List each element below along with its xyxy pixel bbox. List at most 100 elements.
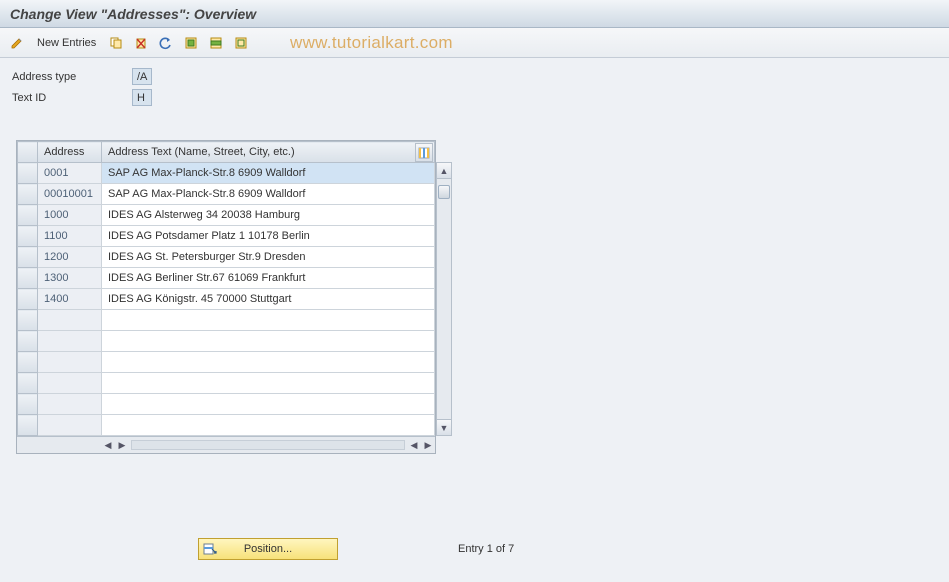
column-header-address[interactable]: Address bbox=[38, 142, 102, 163]
horizontal-scrollbar: ◀ ▶ ◀ ▶ bbox=[17, 436, 435, 453]
row-selector[interactable] bbox=[18, 163, 38, 184]
text-id-row: Text ID H bbox=[12, 89, 937, 106]
row-selector[interactable] bbox=[18, 331, 38, 352]
address-text-cell[interactable] bbox=[102, 352, 435, 373]
table-row: 1100IDES AG Potsdamer Platz 1 10178 Berl… bbox=[18, 226, 435, 247]
undo-icon bbox=[159, 36, 173, 50]
row-selector[interactable] bbox=[18, 184, 38, 205]
hscroll-col-left-icon[interactable]: ◀ bbox=[101, 438, 115, 452]
address-text-cell[interactable]: SAP AG Max-Planck-Str.8 6909 Walldorf bbox=[102, 184, 435, 205]
table-row bbox=[18, 415, 435, 436]
row-selector[interactable] bbox=[18, 352, 38, 373]
row-selector[interactable] bbox=[18, 247, 38, 268]
hscroll-right-icon[interactable]: ▶ bbox=[421, 438, 435, 452]
table-body: 0001SAP AG Max-Planck-Str.8 6909 Walldor… bbox=[18, 163, 435, 436]
footer-row: Position... Entry 1 of 7 bbox=[198, 538, 514, 560]
vscroll-track[interactable] bbox=[437, 179, 451, 419]
entry-counter: Entry 1 of 7 bbox=[458, 543, 514, 555]
select-block-icon bbox=[209, 36, 223, 50]
hscroll-track[interactable] bbox=[131, 440, 405, 450]
table-row bbox=[18, 331, 435, 352]
table-row bbox=[18, 352, 435, 373]
address-text-cell[interactable]: SAP AG Max-Planck-Str.8 6909 Walldorf bbox=[102, 163, 435, 184]
column-header-text[interactable]: Address Text (Name, Street, City, etc.) bbox=[102, 142, 435, 163]
table-row: 1300IDES AG Berliner Str.67 61069 Frankf… bbox=[18, 268, 435, 289]
content-area: Address type /A Text ID H Address Addres… bbox=[0, 58, 949, 582]
address-cell[interactable]: 1000 bbox=[38, 205, 102, 226]
text-id-value[interactable]: H bbox=[132, 89, 152, 106]
hscroll-col-right-icon[interactable]: ▶ bbox=[115, 438, 129, 452]
row-selector[interactable] bbox=[18, 289, 38, 310]
address-text-cell[interactable] bbox=[102, 394, 435, 415]
address-cell[interactable]: 1300 bbox=[38, 268, 102, 289]
address-text-cell[interactable] bbox=[102, 310, 435, 331]
row-selector[interactable] bbox=[18, 415, 38, 436]
copy-icon bbox=[109, 36, 123, 50]
table-settings-icon bbox=[418, 147, 430, 159]
address-text-cell[interactable]: IDES AG Königstr. 45 70000 Stuttgart bbox=[102, 289, 435, 310]
row-selector[interactable] bbox=[18, 373, 38, 394]
row-selector[interactable] bbox=[18, 226, 38, 247]
undo-change-button[interactable] bbox=[155, 33, 177, 53]
addresses-table-container: Address Address Text (Name, Street, City… bbox=[16, 140, 436, 454]
address-cell[interactable]: 0001 bbox=[38, 163, 102, 184]
address-type-value[interactable]: /A bbox=[132, 68, 152, 85]
title-bar: Change View "Addresses": Overview bbox=[0, 0, 949, 28]
select-block-button[interactable] bbox=[205, 33, 227, 53]
address-text-cell[interactable]: IDES AG Berliner Str.67 61069 Frankfurt bbox=[102, 268, 435, 289]
address-cell[interactable] bbox=[38, 352, 102, 373]
address-type-label: Address type bbox=[12, 71, 132, 83]
row-selector[interactable] bbox=[18, 205, 38, 226]
toggle-display-change-button[interactable] bbox=[6, 33, 28, 53]
table-row bbox=[18, 310, 435, 331]
address-text-cell[interactable] bbox=[102, 331, 435, 352]
column-header-text-label: Address Text (Name, Street, City, etc.) bbox=[108, 146, 295, 158]
table-row bbox=[18, 394, 435, 415]
address-text-cell[interactable] bbox=[102, 373, 435, 394]
table-row: 1000IDES AG Alsterweg 34 20038 Hamburg bbox=[18, 205, 435, 226]
address-cell[interactable] bbox=[38, 373, 102, 394]
address-text-cell[interactable] bbox=[102, 415, 435, 436]
deselect-all-icon bbox=[234, 36, 248, 50]
table-row: 0001SAP AG Max-Planck-Str.8 6909 Walldor… bbox=[18, 163, 435, 184]
address-cell[interactable] bbox=[38, 415, 102, 436]
table-row: 00010001SAP AG Max-Planck-Str.8 6909 Wal… bbox=[18, 184, 435, 205]
delete-icon bbox=[134, 36, 148, 50]
select-all-button[interactable] bbox=[180, 33, 202, 53]
app-toolbar: New Entries www.tutorialkart.com bbox=[0, 28, 949, 58]
table-row bbox=[18, 373, 435, 394]
address-cell[interactable] bbox=[38, 394, 102, 415]
row-selector[interactable] bbox=[18, 310, 38, 331]
row-selector[interactable] bbox=[18, 394, 38, 415]
new-entries-label: New Entries bbox=[37, 37, 96, 49]
address-cell[interactable]: 1200 bbox=[38, 247, 102, 268]
table-configuration-button[interactable] bbox=[415, 143, 433, 162]
hscroll-left-icon[interactable]: ◀ bbox=[407, 438, 421, 452]
table-corner-header[interactable] bbox=[18, 142, 38, 163]
address-cell[interactable]: 1100 bbox=[38, 226, 102, 247]
deselect-all-button[interactable] bbox=[230, 33, 252, 53]
vscroll-thumb[interactable] bbox=[438, 185, 450, 199]
vscroll-down-icon[interactable]: ▼ bbox=[437, 419, 451, 435]
copy-as-button[interactable] bbox=[105, 33, 127, 53]
page-title: Change View "Addresses": Overview bbox=[10, 6, 256, 22]
table-row: 1200IDES AG St. Petersburger Str.9 Dresd… bbox=[18, 247, 435, 268]
select-all-icon bbox=[184, 36, 198, 50]
delete-button[interactable] bbox=[130, 33, 152, 53]
addresses-table: Address Address Text (Name, Street, City… bbox=[17, 141, 435, 436]
position-icon bbox=[203, 542, 217, 556]
vscroll-up-icon[interactable]: ▲ bbox=[437, 163, 451, 179]
address-text-cell[interactable]: IDES AG Potsdamer Platz 1 10178 Berlin bbox=[102, 226, 435, 247]
address-cell[interactable]: 1400 bbox=[38, 289, 102, 310]
address-cell[interactable]: 00010001 bbox=[38, 184, 102, 205]
position-button[interactable]: Position... bbox=[198, 538, 338, 560]
new-entries-button[interactable]: New Entries bbox=[31, 33, 102, 53]
address-cell[interactable] bbox=[38, 310, 102, 331]
address-text-cell[interactable]: IDES AG Alsterweg 34 20038 Hamburg bbox=[102, 205, 435, 226]
row-selector[interactable] bbox=[18, 268, 38, 289]
address-text-cell[interactable]: IDES AG St. Petersburger Str.9 Dresden bbox=[102, 247, 435, 268]
address-cell[interactable] bbox=[38, 331, 102, 352]
text-id-label: Text ID bbox=[12, 92, 132, 104]
position-button-label: Position... bbox=[244, 543, 292, 555]
vertical-scrollbar: ▲ ▼ bbox=[436, 162, 452, 436]
